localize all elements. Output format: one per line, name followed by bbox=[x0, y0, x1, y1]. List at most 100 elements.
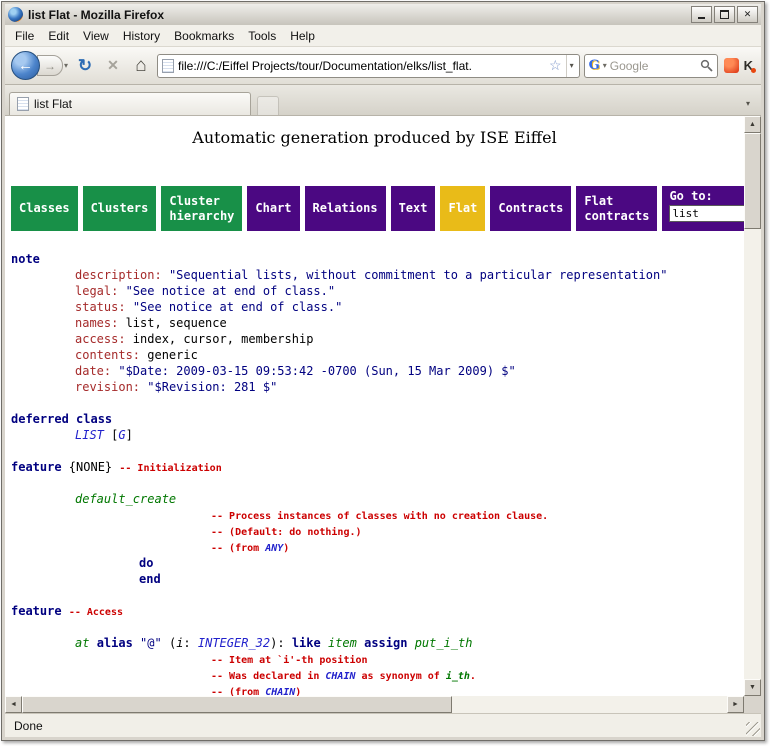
menu-file[interactable]: File bbox=[8, 27, 41, 45]
nav-button-contracts[interactable]: Contracts bbox=[490, 186, 571, 231]
code-line: -- Was declared in CHAIN as synonym of i… bbox=[11, 667, 744, 683]
browser-viewport: Automatic generation produced by ISE Eif… bbox=[5, 116, 761, 713]
code-text: like bbox=[292, 636, 321, 650]
code-text bbox=[62, 604, 69, 618]
code-text: deferred class bbox=[11, 412, 112, 426]
url-dropdown-button[interactable]: ▾ bbox=[566, 55, 577, 77]
maximize-button[interactable] bbox=[714, 6, 735, 23]
code-text: "@" bbox=[140, 636, 162, 650]
reload-button[interactable]: ↻ bbox=[73, 54, 97, 78]
code-line: -- (from CHAIN) bbox=[11, 683, 744, 696]
nav-button-relations[interactable]: Relations bbox=[305, 186, 386, 231]
search-icon[interactable] bbox=[700, 59, 713, 72]
menu-view[interactable]: View bbox=[76, 27, 116, 45]
code-line: status: "See notice at end of class." bbox=[11, 299, 744, 315]
menu-edit[interactable]: Edit bbox=[41, 27, 76, 45]
menu-bookmarks[interactable]: Bookmarks bbox=[167, 27, 241, 45]
code-text: ( bbox=[162, 636, 176, 650]
vertical-scrollbar[interactable]: ▲ ▼ bbox=[744, 116, 761, 696]
history-dropdown-button[interactable]: ▾ bbox=[63, 61, 69, 70]
code-text: legal: bbox=[75, 284, 118, 298]
feature-link[interactable]: item bbox=[328, 636, 357, 650]
code-text: {NONE} bbox=[62, 460, 120, 474]
code-line: at alias "@" (i: INTEGER_32): like item … bbox=[11, 635, 744, 651]
nav-button-chart[interactable]: Chart bbox=[247, 186, 299, 231]
address-bar[interactable]: file:///C:/Eiffel Projects/tour/Document… bbox=[157, 54, 580, 78]
scroll-up-button[interactable]: ▲ bbox=[744, 116, 761, 133]
code-line: feature {NONE} -- Initialization bbox=[11, 459, 744, 475]
titlebar[interactable]: list Flat - Mozilla Firefox ✕ bbox=[5, 4, 761, 25]
nav-button-flat-contracts[interactable]: Flat contracts bbox=[576, 186, 657, 231]
code-line: description: "Sequential lists, without … bbox=[11, 267, 744, 283]
code-line: feature -- Access bbox=[11, 603, 744, 619]
minimize-button[interactable] bbox=[691, 6, 712, 23]
search-engine-dropdown[interactable]: ▾ bbox=[603, 61, 607, 70]
navigation-toolbar: ← → ▾ ↻ ✕ ⌂ file:///C:/Eiffel Projects/t… bbox=[5, 47, 761, 85]
code-line: -- Item at `i'-th position bbox=[11, 651, 744, 667]
scroll-down-button[interactable]: ▼ bbox=[744, 679, 761, 696]
nav-button-clusters[interactable]: Clusters bbox=[83, 186, 157, 231]
feature-link[interactable]: at bbox=[75, 636, 89, 650]
code-text: -- Access bbox=[69, 607, 123, 618]
class-link[interactable]: CHAIN bbox=[325, 671, 355, 682]
code-line: LIST [G] bbox=[11, 427, 744, 443]
goto-input[interactable] bbox=[669, 205, 744, 222]
home-button[interactable]: ⌂ bbox=[129, 54, 153, 78]
back-button[interactable]: ← bbox=[11, 51, 40, 80]
nav-button-classes[interactable]: Classes bbox=[11, 186, 78, 231]
code-text: revision: bbox=[75, 380, 140, 394]
class-link[interactable]: LIST bbox=[75, 428, 104, 442]
page-favicon-icon bbox=[162, 59, 174, 73]
class-link[interactable]: INTEGER_32 bbox=[198, 636, 270, 650]
url-text[interactable]: file:///C:/Eiffel Projects/tour/Document… bbox=[178, 59, 545, 73]
bookmark-star-icon[interactable]: ☆ bbox=[549, 57, 562, 74]
search-input[interactable]: Google bbox=[610, 59, 697, 73]
nav-button-text[interactable]: Text bbox=[391, 186, 436, 231]
firefox-logo-icon bbox=[8, 7, 23, 22]
menu-tools[interactable]: Tools bbox=[241, 27, 283, 45]
vertical-scrollbar-thumb[interactable] bbox=[744, 133, 761, 229]
scroll-left-button[interactable]: ◄ bbox=[5, 696, 22, 713]
class-link[interactable]: ANY bbox=[265, 543, 283, 554]
code-text: ) bbox=[295, 687, 301, 696]
code-text: -- Process instances of classes with no … bbox=[211, 511, 548, 522]
extension-icon-1[interactable] bbox=[724, 58, 739, 73]
feature-link[interactable]: put_i_th bbox=[415, 636, 473, 650]
reload-icon: ↻ bbox=[78, 56, 92, 76]
code-text: access: bbox=[75, 332, 126, 346]
class-link[interactable]: G bbox=[118, 428, 125, 442]
code-text: ): bbox=[270, 636, 292, 650]
google-logo-icon: G bbox=[589, 58, 600, 73]
feature-link[interactable]: i_th bbox=[446, 671, 470, 682]
page-content: Automatic generation produced by ISE Eif… bbox=[5, 116, 744, 696]
code-text: names: bbox=[75, 316, 118, 330]
close-button[interactable]: ✕ bbox=[737, 6, 758, 23]
code-text: -- Was declared in bbox=[211, 671, 325, 682]
code-text bbox=[133, 636, 140, 650]
code-text: "Sequential lists, without commitment to… bbox=[169, 268, 668, 282]
code-blank-line bbox=[11, 619, 744, 635]
stop-button[interactable]: ✕ bbox=[101, 54, 125, 78]
tab-list-flat[interactable]: list Flat bbox=[9, 92, 251, 115]
list-all-tabs-button[interactable]: ▾ bbox=[739, 94, 757, 112]
code-text: ] bbox=[126, 428, 133, 442]
code-text: list, sequence bbox=[118, 316, 226, 330]
resize-grip[interactable] bbox=[746, 722, 760, 736]
search-box[interactable]: G ▾ Google bbox=[584, 54, 718, 78]
forward-button[interactable]: → bbox=[37, 55, 63, 76]
class-link[interactable]: CHAIN bbox=[265, 687, 295, 696]
nav-button-flat[interactable]: Flat bbox=[440, 186, 485, 231]
code-text bbox=[357, 636, 364, 650]
nav-button-cluster-hierarchy[interactable]: Cluster hierarchy bbox=[161, 186, 242, 231]
horizontal-scrollbar[interactable]: ◄ ► bbox=[5, 696, 744, 713]
stop-icon: ✕ bbox=[107, 57, 119, 74]
extension-icon-2[interactable]: K bbox=[744, 58, 753, 73]
menu-history[interactable]: History bbox=[116, 27, 167, 45]
horizontal-scrollbar-thumb[interactable] bbox=[22, 696, 452, 713]
menu-help[interactable]: Help bbox=[283, 27, 322, 45]
arrow-right-icon: ► bbox=[732, 701, 739, 708]
status-text: Done bbox=[14, 719, 43, 733]
feature-link[interactable]: default_create bbox=[75, 492, 176, 506]
code-text: . bbox=[470, 671, 476, 682]
scroll-right-button[interactable]: ► bbox=[727, 696, 744, 713]
